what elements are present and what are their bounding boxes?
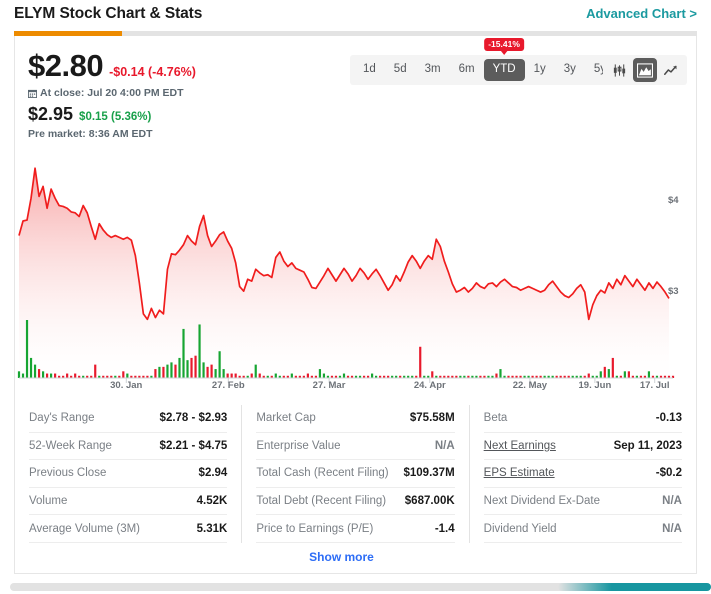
accent-progress-bar: [14, 31, 697, 36]
page-header: ELYM Stock Chart & Stats Advanced Chart …: [0, 0, 711, 27]
stat-label: Previous Close: [29, 467, 107, 480]
stat-row: Beta -0.13: [483, 405, 682, 433]
stat-label: Market Cap: [256, 412, 316, 425]
stat-label: Day's Range: [29, 412, 95, 425]
stat-row: Dividend Yield N/A: [483, 515, 682, 543]
y-axis-label: $4: [668, 194, 679, 206]
x-axis-label: 27. Feb: [211, 380, 245, 391]
price-row: $2.80 -$0.14 (-4.76%): [28, 48, 196, 84]
stat-label: Total Cash (Recent Filing): [256, 467, 389, 480]
stat-value: $75.58M: [409, 412, 455, 425]
y-axis-label: $3: [668, 286, 679, 298]
stat-label: Enterprise Value: [256, 439, 341, 452]
range-button-6m[interactable]: 6m: [450, 59, 484, 81]
stat-value: -0.13: [655, 412, 682, 425]
stat-row: Market Cap $75.58M: [256, 405, 455, 433]
stat-value: $2.21 - $4.75: [159, 439, 228, 452]
price-chart[interactable]: [15, 150, 683, 395]
x-axis-label: 30. Jan: [110, 380, 143, 391]
current-price: $2.80: [28, 48, 104, 83]
stat-row: Total Cash (Recent Filing) $109.37M: [256, 460, 455, 488]
stat-label: Price to Earnings (P/E): [256, 522, 374, 535]
stat-row: Average Volume (3M) 5.31K: [29, 515, 228, 543]
stat-value: Sep 11, 2023: [613, 439, 682, 452]
show-more-button[interactable]: Show more: [0, 550, 683, 564]
stat-value: 4.52K: [196, 495, 228, 508]
stats-column-3: Beta -0.13 Next Earnings Sep 11, 2023 EPS Es…: [470, 405, 696, 543]
scrollbar-thumb[interactable]: [558, 583, 711, 591]
stock-chart-page: ELYM Stock Chart & Stats Advanced Chart …: [0, 0, 711, 594]
stat-value: $2.78 - $2.93: [159, 412, 228, 425]
candlestick-chart-icon[interactable]: [607, 58, 631, 82]
range-button-3m[interactable]: 3m: [416, 59, 450, 81]
accent-progress-fill: [14, 31, 122, 36]
x-axis-label: 27. Mar: [312, 380, 346, 391]
advanced-chart-link[interactable]: Advanced Chart >: [586, 6, 697, 21]
stats-column-2: Market Cap $75.58M Enterprise Value N/A Tota…: [241, 405, 470, 543]
premarket-price: $2.95: [28, 104, 74, 124]
stat-row: Next Dividend Ex-Date N/A: [483, 488, 682, 516]
stat-label: Dividend Yield: [483, 522, 557, 535]
stat-row: Day's Range $2.78 - $2.93: [29, 405, 228, 433]
stat-value: N/A: [434, 439, 455, 452]
line-chart-icon[interactable]: [659, 58, 683, 82]
calendar-icon: [28, 89, 37, 98]
range-button-3y[interactable]: 3y: [555, 59, 585, 81]
x-axis-label: 24. Apr: [413, 380, 446, 391]
stat-row: Next Earnings Sep 11, 2023: [483, 433, 682, 461]
stat-label: Total Debt (Recent Filing): [256, 495, 387, 508]
stats-column-1: Day's Range $2.78 - $2.93 52-Week Range $2.…: [15, 405, 241, 543]
chart-type-selector: [603, 55, 687, 85]
stat-value: $109.37M: [403, 467, 455, 480]
stat-label: 52-Week Range: [29, 439, 112, 452]
x-axis-label: 22. May: [512, 380, 548, 391]
stat-value: 5.31K: [196, 522, 228, 535]
stat-value: -1.4: [434, 522, 455, 535]
range-change-badge: -15.41%: [484, 38, 524, 55]
premarket-change: $0.15 (5.36%): [79, 111, 152, 123]
horizontal-scrollbar[interactable]: [0, 580, 711, 594]
premarket-status-text: Pre market: 8:36 AM EDT: [28, 128, 153, 140]
stat-value: $687.00K: [404, 495, 455, 508]
stats-tables: Day's Range $2.78 - $2.93 52-Week Range $2.…: [15, 405, 696, 543]
stat-value: N/A: [662, 495, 682, 508]
quote-block: $2.80 -$0.14 (-4.76%) At close: Jul 20 4…: [28, 48, 196, 140]
stat-label: Volume: [29, 495, 68, 508]
range-button-ytd[interactable]: YTD -15.41%: [483, 38, 525, 81]
stat-value: $2.94: [198, 467, 228, 480]
premarket-price-row: $2.95 $0.15 (5.36%): [28, 104, 196, 125]
chart-x-axis: 30. Jan 27. Feb 27. Mar 24. Apr 22. May 19. J…: [15, 380, 683, 394]
stat-row: Price to Earnings (P/E) -1.4: [256, 515, 455, 543]
x-axis-label: 17. Jul: [639, 380, 670, 391]
stat-label[interactable]: Next Earnings: [484, 440, 556, 452]
stat-label: Average Volume (3M): [29, 522, 141, 535]
stat-row: 52-Week Range $2.21 - $4.75: [29, 433, 228, 461]
stat-value: -$0.2: [655, 467, 682, 480]
stat-label: Next Dividend Ex-Date: [483, 495, 600, 508]
stat-row: Volume 4.52K: [29, 488, 228, 516]
x-axis-label: 19. Jun: [578, 380, 612, 391]
market-status-row: At close: Jul 20 4:00 PM EDT: [28, 87, 196, 99]
stat-row: EPS Estimate -$0.2: [483, 460, 682, 488]
stat-label[interactable]: EPS Estimate: [484, 467, 555, 479]
area-chart-icon[interactable]: [633, 58, 657, 82]
range-button-1y[interactable]: 1y: [525, 59, 555, 81]
range-button-1d[interactable]: 1d: [354, 59, 385, 81]
stat-label: Beta: [483, 412, 508, 425]
stat-value: N/A: [662, 522, 682, 535]
page-title: ELYM Stock Chart & Stats: [14, 4, 203, 22]
stat-row: Previous Close $2.94: [29, 460, 228, 488]
market-status-text: At close: Jul 20 4:00 PM EDT: [40, 87, 184, 99]
stat-row: Total Debt (Recent Filing) $687.00K: [256, 488, 455, 516]
stat-row: Enterprise Value N/A: [256, 433, 455, 461]
price-change: -$0.14 (-4.76%): [109, 65, 196, 79]
range-selector: 1d 5d 3m 6m YTD -15.41% 1y 3y 5y: [350, 38, 620, 85]
range-button-5d[interactable]: 5d: [385, 59, 416, 81]
